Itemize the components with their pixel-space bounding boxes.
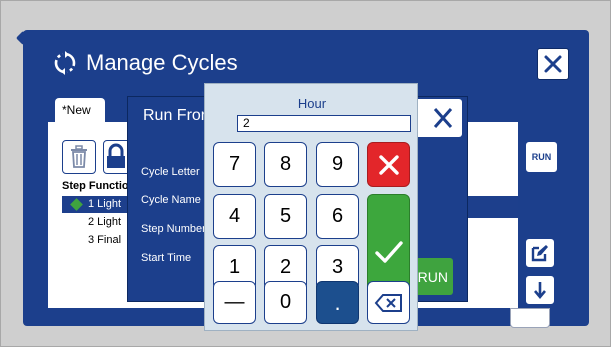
cycle-letter-label: Cycle Letter: [141, 166, 200, 178]
key-8[interactable]: 8: [264, 142, 307, 187]
row-label: 1 Light: [88, 198, 122, 210]
key-5[interactable]: 5: [264, 194, 307, 239]
table-row[interactable]: 2 Light: [62, 214, 130, 231]
key-4[interactable]: 4: [213, 194, 256, 239]
hour-input[interactable]: 2: [237, 115, 411, 132]
bottom-tab: [510, 308, 550, 328]
keypad-title: Hour: [297, 96, 327, 111]
window-title-row: Manage Cycles: [52, 50, 238, 76]
backspace-key[interactable]: [367, 281, 410, 324]
arrow-down-icon: [534, 282, 546, 300]
close-icon: [544, 55, 562, 73]
row-label: 3 Final: [88, 234, 122, 246]
close-icon: [433, 108, 453, 128]
check-icon: [374, 241, 403, 263]
trash-icon: [71, 145, 87, 168]
selected-row-highlight: [462, 196, 518, 218]
key-6[interactable]: 6: [316, 194, 359, 239]
tab-new[interactable]: *New: [55, 98, 105, 124]
dialog-run-button[interactable]: RUN: [412, 258, 453, 295]
dialog-close-button[interactable]: [412, 99, 462, 137]
row-label: 2 Light: [88, 216, 122, 228]
refresh-icon: [54, 51, 76, 75]
key-0[interactable]: 0: [264, 281, 307, 324]
numeric-keypad: Hour 2 7 8 9 4 5 6 1 2 3 — 0 .: [204, 83, 418, 331]
edit-button[interactable]: [525, 238, 555, 268]
window-close-button[interactable]: [537, 48, 569, 80]
edit-icon: [531, 245, 548, 262]
run-button[interactable]: RUN: [525, 141, 558, 173]
start-time-label: Start Time: [141, 252, 192, 264]
backspace-icon: [374, 293, 402, 312]
close-icon: [378, 154, 399, 175]
table-row[interactable]: 1 Light: [62, 196, 130, 213]
move-down-button[interactable]: [525, 275, 555, 305]
dialog-title: Run From: [143, 107, 206, 124]
clear-key[interactable]: [367, 142, 410, 187]
key-7[interactable]: 7: [213, 142, 256, 187]
decimal-key[interactable]: .: [316, 281, 359, 324]
window-title: Manage Cycles: [86, 50, 238, 75]
table-row[interactable]: 3 Final: [62, 232, 130, 249]
cycle-name-label: Cycle Name: [141, 194, 201, 206]
delete-button[interactable]: [62, 140, 96, 174]
minus-key[interactable]: —: [213, 281, 256, 324]
key-9[interactable]: 9: [316, 142, 359, 187]
step-number-label: Step Number: [141, 223, 206, 235]
current-step-icon: [70, 198, 83, 211]
